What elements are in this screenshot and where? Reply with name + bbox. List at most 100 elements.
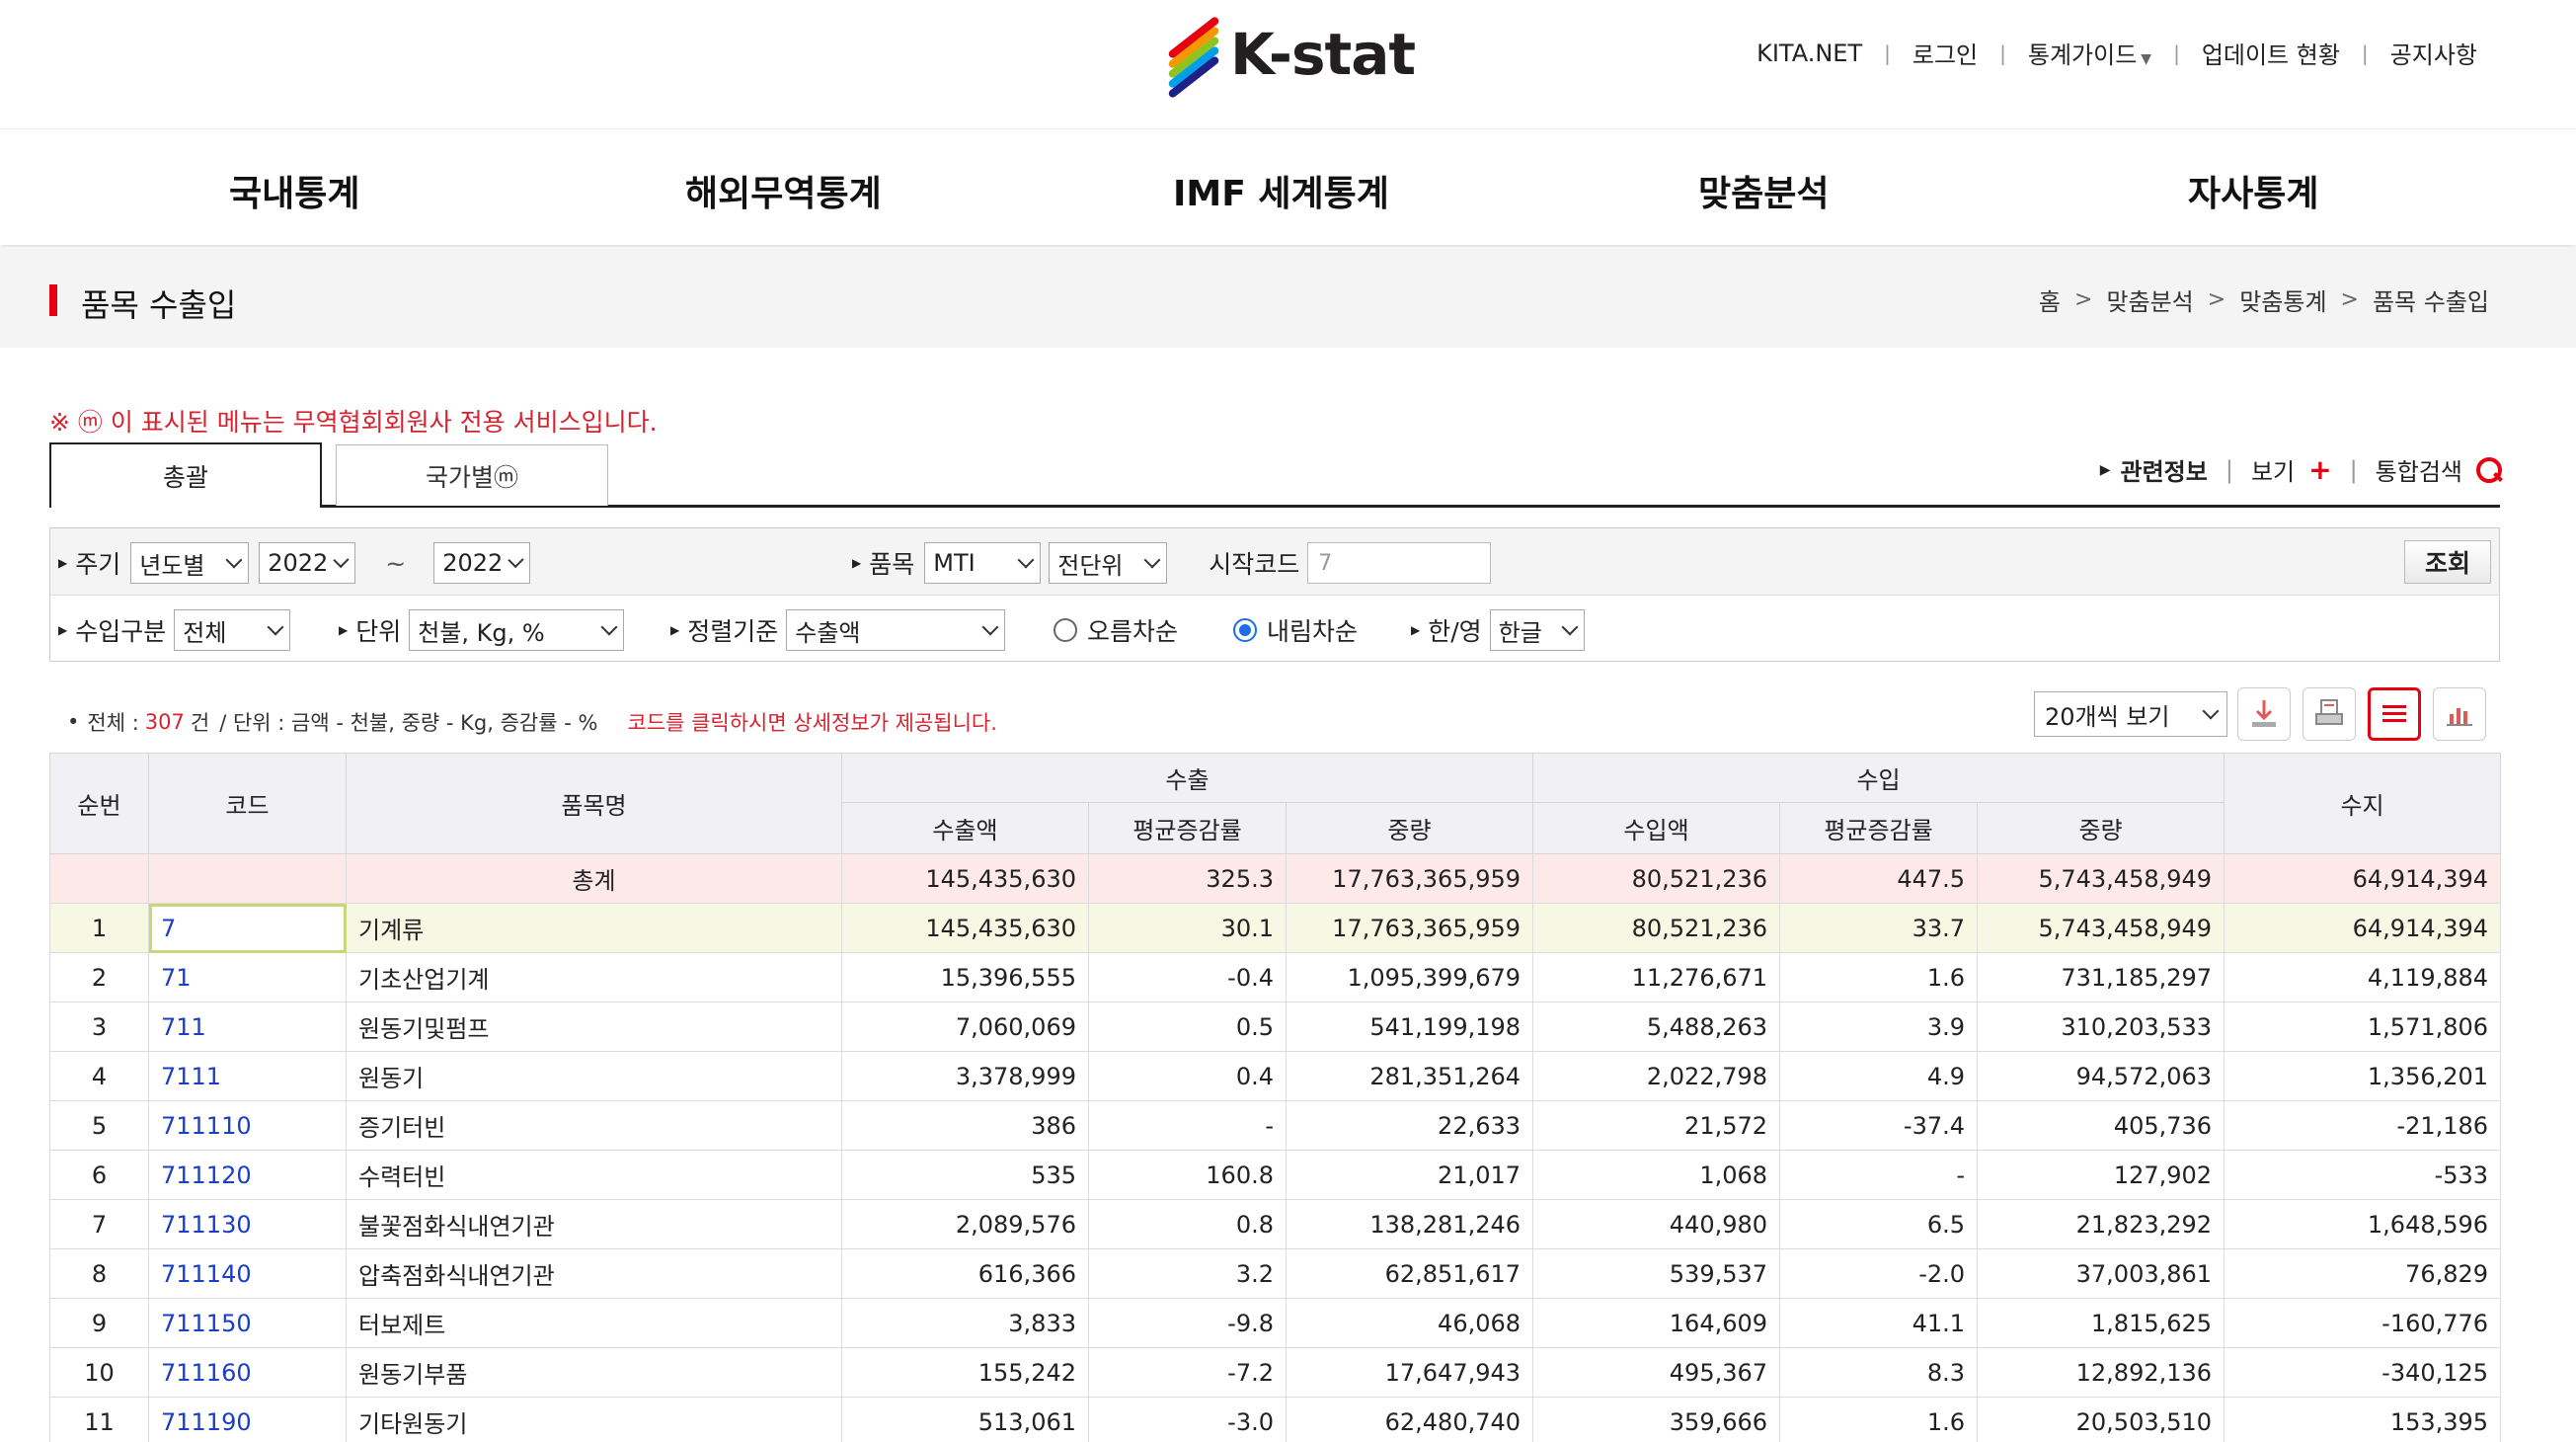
table-row[interactable]: 2 71 기초산업기계 15,396,555 -0.4 1,095,399,679 11,2… (49, 952, 2502, 1002)
table-row[interactable]: 6 711120 수력터빈 535 160.8 21,017 1,068-127,902 -5… (49, 1150, 2502, 1200)
cell-import-amount: 495,367 (1532, 1347, 1781, 1398)
top-links: KITA.NET | 로그인 | 통계가이드 ▼ | 업데이트 현황 | 공지사항 (1756, 36, 2477, 70)
cell-import-weight: 20,503,510 (1977, 1397, 2225, 1442)
cell-code[interactable]: 7 (148, 903, 347, 953)
print-button[interactable] (2303, 687, 2356, 741)
period-type-select[interactable]: 년도별 (130, 542, 250, 584)
search-icon[interactable] (2476, 456, 2502, 483)
nav-imf-world-stats[interactable]: IMF 세계통계 (1173, 165, 1389, 216)
radio-desc[interactable] (1233, 618, 1257, 642)
link-login[interactable]: 로그인 (1912, 36, 1978, 70)
cell-code[interactable]: 711110 (148, 1100, 347, 1151)
kstat-logo[interactable]: K-stat (1163, 15, 1416, 100)
cell-rank: 8 (49, 1248, 149, 1299)
table-row[interactable]: 5 711110 증기터빈 386-22,633 21,572 -37.4 405,736-… (49, 1100, 2502, 1151)
table-row[interactable]: 1 7 기계류 145,435,630 30.1 17,763,365,959 80,521… (49, 903, 2502, 953)
radio-asc[interactable] (1054, 618, 1077, 642)
sort-by-select[interactable]: 수출액 (786, 609, 1006, 651)
cell-code[interactable]: 711140 (148, 1248, 347, 1299)
cell-import-weight: 21,823,292 (1977, 1199, 2225, 1249)
link-notice[interactable]: 공지사항 (2390, 36, 2477, 70)
import-type-label: 수입구분 (75, 617, 167, 646)
link-kita-net[interactable]: KITA.NET (1756, 40, 1862, 67)
nav-custom-analysis[interactable]: 맞춤분석 (1698, 165, 1829, 216)
link-related-info[interactable]: 관련정보 (2121, 452, 2208, 487)
separator: | (1884, 40, 1891, 65)
result-count: 307 (144, 710, 185, 734)
main-nav: 국내통계 해외무역통계 IMF 세계통계 맞춤분석 자사통계 (0, 128, 2576, 245)
triangle-right-icon: ▶ (670, 623, 680, 637)
table-row[interactable]: 3 711 원동기및펌프 7,060,069 0.5 541,199,198 5,488,2… (49, 1001, 2502, 1052)
link-integrated-search[interactable]: 통합검색 (2376, 452, 2462, 487)
tab-summary[interactable]: 총괄 (49, 442, 322, 508)
desc-option[interactable]: 내림차순 (1233, 609, 1358, 651)
nav-domestic-stats[interactable]: 국내통계 (229, 165, 359, 216)
page-title: 품목 수출입 (81, 286, 237, 324)
download-button[interactable] (2237, 687, 2291, 741)
cell-export-amount: 535 (841, 1150, 1089, 1200)
item-unit-select[interactable]: 전단위 (1049, 542, 1168, 584)
cell-import-amount: 1,068 (1532, 1150, 1781, 1200)
unit-select[interactable]: 천불, Kg, % (409, 609, 625, 651)
col-export-rate: 평균증감률 (1088, 802, 1287, 854)
breadcrumb-custom-stats[interactable]: 맞춤통계 (2239, 282, 2326, 317)
triangle-right-icon: ▶ (1411, 623, 1421, 637)
asc-option[interactable]: 오름차순 (1054, 609, 1178, 651)
page-size-select[interactable]: 20개씩 보기 (2034, 691, 2227, 737)
plus-icon[interactable]: + (2308, 453, 2331, 486)
total-label: 총계 (346, 853, 842, 904)
cell-code[interactable]: 711 (148, 1001, 347, 1052)
chevron-right-icon: > (2207, 287, 2226, 312)
cell-import-rate: 8.3 (1779, 1347, 1979, 1398)
tab-by-country[interactable]: 국가별ⓜ (336, 444, 608, 506)
link-update-status[interactable]: 업데이트 현황 (2202, 36, 2340, 70)
nav-foreign-trade-stats[interactable]: 해외무역통계 (685, 165, 882, 216)
start-code-input[interactable]: 7 (1307, 542, 1492, 584)
import-type-select[interactable]: 전체 (174, 609, 291, 651)
breadcrumb-home[interactable]: 홈 (2039, 282, 2061, 317)
chart-view-button[interactable] (2433, 687, 2486, 741)
breadcrumb-custom-analysis[interactable]: 맞춤분석 (2106, 282, 2193, 317)
table-row[interactable]: 8 711140 압축점화식내연기관 616,366 3.2 62,851,617 539,… (49, 1248, 2502, 1299)
cell-code[interactable]: 7111 (148, 1051, 347, 1101)
col-balance: 수지 (2224, 753, 2502, 854)
cell-code[interactable]: 711190 (148, 1397, 347, 1442)
table-row[interactable]: 10 711160 원동기부품 155,242 -7.2 17,647,943 495,36… (49, 1347, 2502, 1398)
col-import-rate: 평균증감률 (1779, 802, 1979, 854)
print-icon (2315, 699, 2343, 725)
start-code-placeholder: 7 (1318, 550, 1333, 576)
table-body: 총계 145,435,630 325.3 17,763,365,959 80,5… (49, 853, 2502, 1442)
list-view-button[interactable] (2368, 687, 2421, 741)
cell-import-weight: 731,185,297 (1977, 952, 2225, 1002)
item-class-select[interactable]: MTI (924, 542, 1042, 584)
lang-select[interactable]: 한글 (1489, 609, 1585, 651)
cell-import-rate: - (1779, 1150, 1979, 1200)
download-icon (2252, 700, 2276, 727)
table-row[interactable]: 11 711190 기타원동기 513,061 -3.0 62,480,740 359,66… (49, 1397, 2502, 1442)
cell-code[interactable]: 711150 (148, 1298, 347, 1348)
year-from-select[interactable]: 2022 (259, 542, 356, 584)
chevron-down-icon (600, 618, 618, 636)
cell-code[interactable]: 711120 (148, 1150, 347, 1200)
link-view[interactable]: 보기 (2251, 452, 2295, 487)
bar-chart-icon (2447, 708, 2472, 726)
table-row[interactable]: 4 7111 원동기 3,378,999 0.4 281,351,264 2,022,798… (49, 1051, 2502, 1101)
table-row[interactable]: 9 711150 터보제트 3,833 -9.8 46,068 164,609 41.1 1,8… (49, 1298, 2502, 1348)
cell-code[interactable]: 71 (148, 952, 347, 1002)
results-table: 순번 코드 품목명 수출 수입 수지 수출액 평균증감률 중량 수입액 평균증감… (49, 753, 2502, 1442)
cell-balance: -160,776 (2224, 1298, 2502, 1348)
year-to-select[interactable]: 2022 (433, 542, 531, 584)
table-row[interactable]: 7 711130 불꽃점화식내연기관 2,089,576 0.8 138,281,246 4… (49, 1199, 2502, 1249)
cell-code[interactable]: 711160 (148, 1347, 347, 1398)
cell-import-rate: -2.0 (1779, 1248, 1979, 1299)
cell-code[interactable]: 711130 (148, 1199, 347, 1249)
cell-balance: -21,186 (2224, 1100, 2502, 1151)
cell-balance: 4,119,884 (2224, 952, 2502, 1002)
cell-import-rate: 4.9 (1779, 1051, 1979, 1101)
cell-rank: 5 (49, 1100, 149, 1151)
nav-company-stats[interactable]: 자사통계 (2188, 165, 2318, 216)
search-button[interactable]: 조회 (2404, 540, 2491, 584)
link-stat-guide[interactable]: 통계가이드 ▼ (2028, 36, 2151, 70)
total-export-amount: 145,435,630 (841, 853, 1089, 904)
cell-item-name: 기초산업기계 (346, 952, 842, 1002)
